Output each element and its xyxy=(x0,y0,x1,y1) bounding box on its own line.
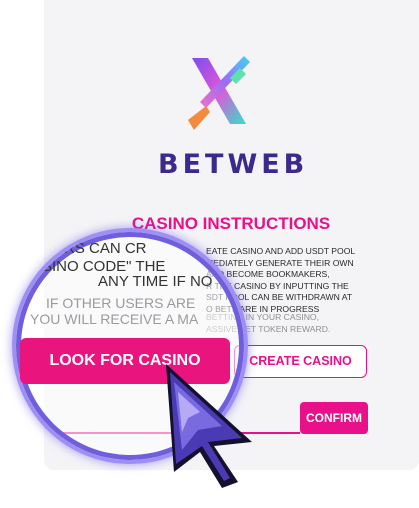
brand-wordmark: BETWEB xyxy=(158,149,309,180)
instruction-line: EATE CASINO AND ADD USDT POOL xyxy=(206,246,356,256)
magnified-line: YOU WILL RECEIVE A MA xyxy=(30,311,199,327)
instruction-line: MEDIATELY GENERATE THEIR OWN xyxy=(206,257,354,268)
x-mark-gradient-icon xyxy=(188,56,250,130)
confirm-button[interactable]: CONFIRM xyxy=(300,402,368,434)
pixel-hand-pointer-icon xyxy=(166,364,252,488)
magnified-line: ERS CAN CR xyxy=(54,240,147,257)
magnified-line: ANY TIME IF NO xyxy=(98,273,213,290)
instruction-line: AND BECOME BOOKMAKERS, xyxy=(206,269,330,279)
